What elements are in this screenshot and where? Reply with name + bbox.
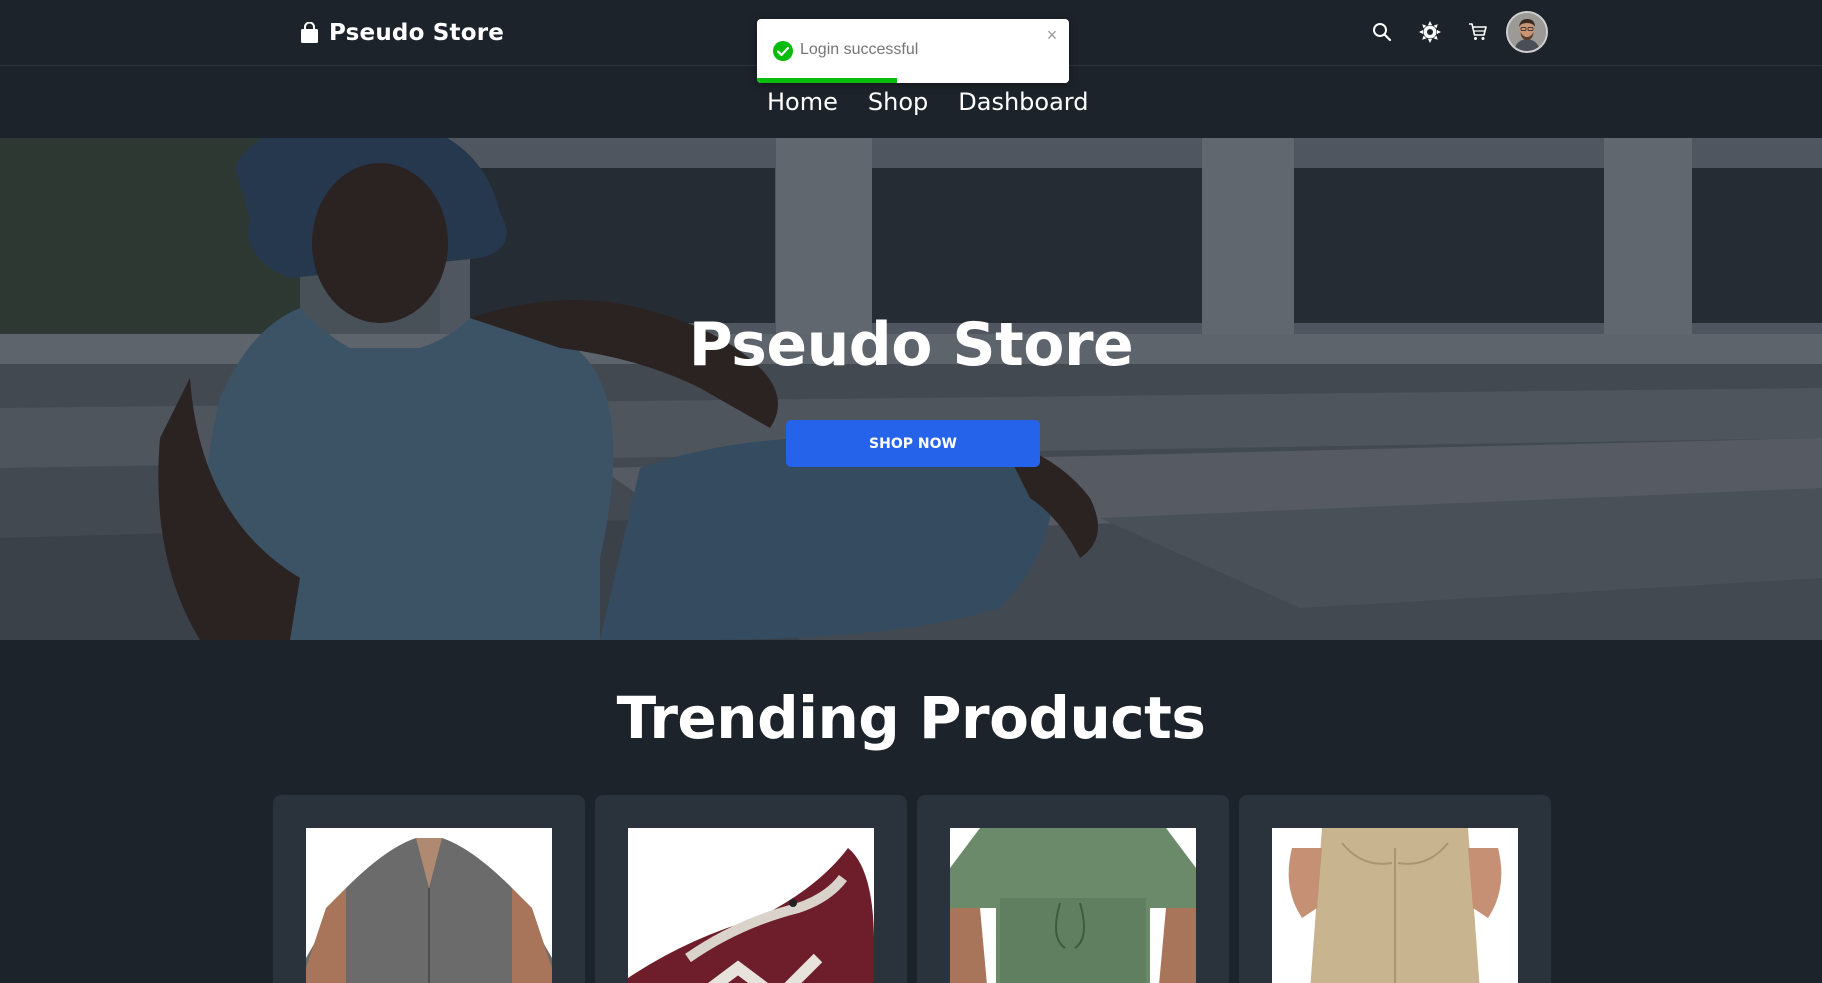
shop-now-button[interactable]: SHOP NOW <box>786 420 1040 467</box>
search-icon <box>1373 23 1392 42</box>
avatar[interactable] <box>1506 11 1548 53</box>
product-card[interactable] <box>595 795 907 983</box>
brand-logo[interactable]: Pseudo Store <box>300 18 504 48</box>
product-image-grey-shirt <box>306 828 552 983</box>
avatar-image <box>1508 13 1546 51</box>
main-menu: Home Shop Dashboard <box>752 86 1103 118</box>
product-image-khaki-pants <box>1272 828 1518 983</box>
cart-icon <box>1469 23 1487 40</box>
brand-name: Pseudo Store <box>329 20 505 46</box>
hero-overlay <box>0 138 1822 640</box>
theme-toggle-button[interactable] <box>1408 10 1452 54</box>
search-button[interactable] <box>1360 10 1404 54</box>
product-image-maroon-sneaker <box>628 828 874 983</box>
cart-button[interactable] <box>1456 10 1500 54</box>
product-card[interactable] <box>1239 795 1551 983</box>
trending-title: Trending Products <box>616 684 1206 752</box>
check-circle-icon <box>773 41 793 61</box>
trending-products-grid <box>273 795 1551 983</box>
close-icon[interactable]: × <box>1043 25 1061 45</box>
product-card[interactable] <box>917 795 1229 983</box>
menu-item-home[interactable]: Home <box>752 86 853 118</box>
product-card[interactable] <box>273 795 585 983</box>
hero-title: Pseudo Store <box>688 310 1134 380</box>
toast-message: Login successful <box>800 41 919 58</box>
menu-item-dashboard[interactable]: Dashboard <box>943 86 1103 118</box>
sun-icon <box>1419 21 1441 43</box>
menu-item-shop[interactable]: Shop <box>853 86 943 118</box>
hero-banner: Pseudo Store SHOP NOW <box>0 138 1822 640</box>
shopping-bag-icon <box>301 22 318 43</box>
toast-progress-track <box>757 78 1069 83</box>
toast-progress-bar <box>757 78 898 83</box>
nav-actions <box>1360 10 1548 54</box>
product-image-green-set <box>950 828 1196 983</box>
login-toast: Login successful × <box>757 19 1069 83</box>
